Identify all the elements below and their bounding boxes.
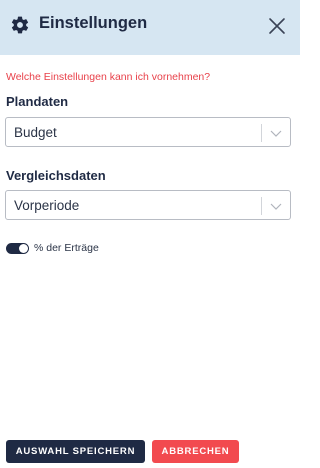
plandaten-selected-value: Budget bbox=[14, 125, 57, 140]
ertraege-toggle-label: % der Erträge bbox=[34, 242, 99, 254]
chevron-down-icon bbox=[270, 203, 282, 210]
vergleichsdaten-selected-value: Vorperiode bbox=[14, 198, 80, 213]
save-selection-button[interactable]: AUSWAHL SPEICHERN bbox=[6, 440, 145, 463]
vergleichsdaten-label: Vergleichsdaten bbox=[6, 168, 106, 183]
dialog-header: Einstellungen bbox=[0, 0, 300, 55]
settings-help-link[interactable]: Welche Einstellungen kann ich vornehmen? bbox=[6, 71, 210, 83]
toggle-knob bbox=[19, 244, 28, 253]
gear-icon bbox=[11, 16, 29, 34]
select-separator bbox=[261, 124, 262, 142]
plandaten-select[interactable]: Budget bbox=[5, 117, 291, 147]
plandaten-label: Plandaten bbox=[6, 94, 69, 109]
vergleichsdaten-select[interactable]: Vorperiode bbox=[5, 190, 291, 220]
select-separator bbox=[261, 197, 262, 215]
dialog-title: Einstellungen bbox=[39, 14, 148, 32]
chevron-down-icon bbox=[270, 130, 282, 137]
close-icon[interactable] bbox=[266, 15, 288, 37]
ertraege-toggle[interactable] bbox=[6, 243, 29, 254]
cancel-button[interactable]: ABBRECHEN bbox=[152, 440, 239, 463]
